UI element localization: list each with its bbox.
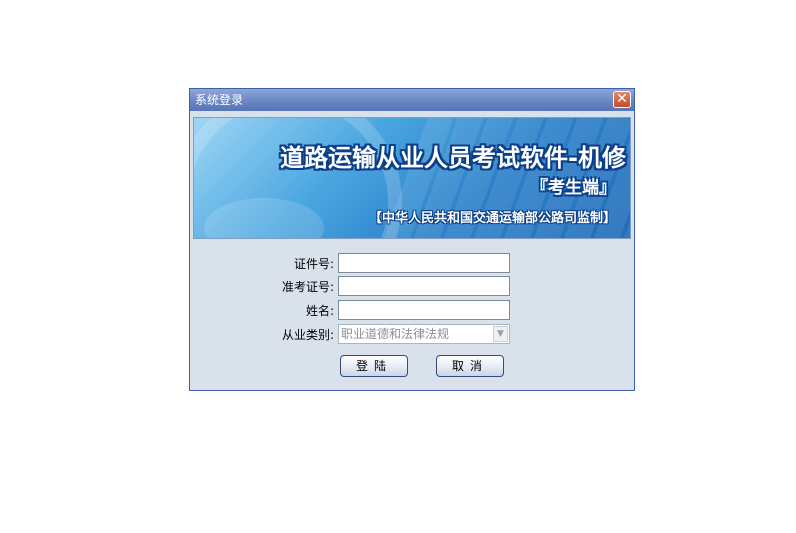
cancel-button[interactable]: 取消 xyxy=(436,355,504,377)
window-title: 系统登录 xyxy=(195,93,244,107)
banner-note: 【中华人民共和国交通运输部公路司监制】 xyxy=(368,211,616,226)
banner-subtitle: 『考生端』 xyxy=(531,178,616,198)
chevron-down-icon[interactable]: ▼ xyxy=(493,326,508,342)
login-button[interactable]: 登陆 xyxy=(340,355,408,377)
name-label: 姓名: xyxy=(305,304,334,318)
banner-title: 道路运输从业人员考试软件-机修 xyxy=(280,144,626,172)
id-number-input[interactable] xyxy=(338,253,510,273)
id-number-label: 证件号: xyxy=(293,257,334,271)
exam-number-label: 准考证号: xyxy=(281,280,334,294)
category-select[interactable]: 职业道德和法律法规 ▼ xyxy=(338,324,510,344)
close-icon: ✕ xyxy=(616,91,628,107)
banner-image: 道路运输从业人员考试软件-机修 『考生端』 【中华人民共和国交通运输部公路司监制… xyxy=(193,117,631,239)
category-selected-value: 职业道德和法律法规 xyxy=(341,327,450,341)
exam-number-input[interactable] xyxy=(338,276,510,296)
login-dialog: 系统登录 ✕ 道路运输从业人员考试软件-机修 『考生端』 【中华人民共和国交通运… xyxy=(189,88,635,391)
category-label: 从业类别: xyxy=(281,328,334,342)
title-bar[interactable]: 系统登录 ✕ xyxy=(190,89,634,111)
name-input[interactable] xyxy=(338,300,510,320)
close-button[interactable]: ✕ xyxy=(613,91,631,108)
